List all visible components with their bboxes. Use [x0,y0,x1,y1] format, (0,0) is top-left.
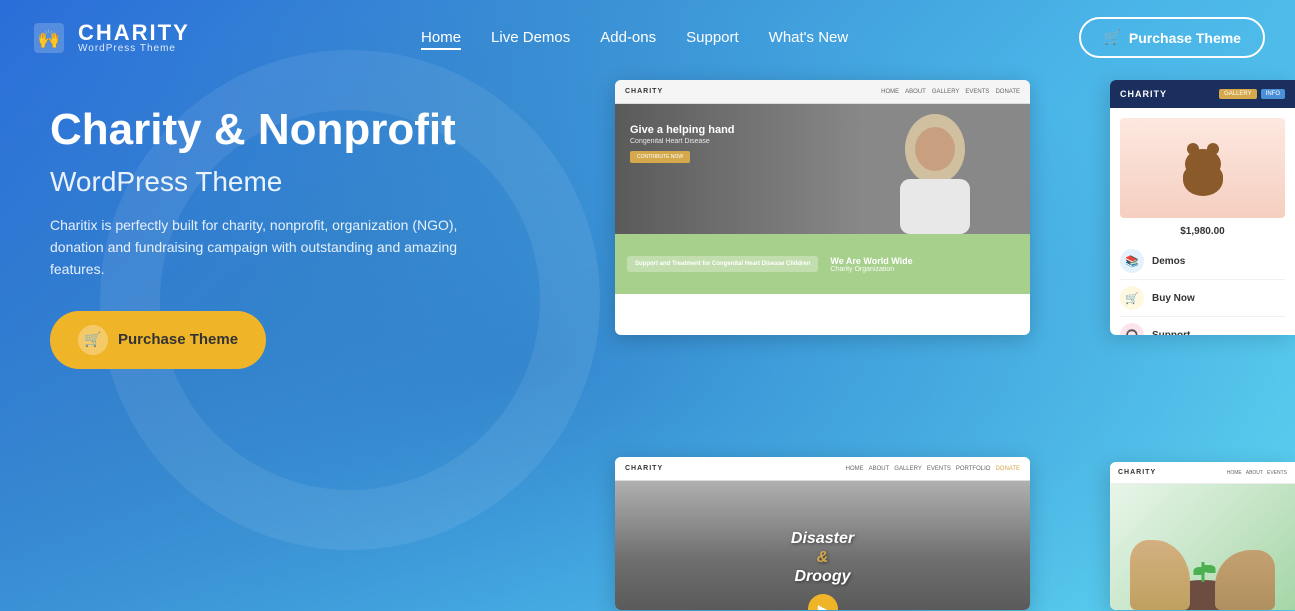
brc-nav-links: HOME ABOUT EVENTS [1227,470,1287,476]
nav-item-addons[interactable]: Add-ons [600,29,656,47]
nav-right: 🛒 Purchase Theme [1079,17,1265,58]
medical-card-bottom-right: We Are World Wide Charity Organization [830,256,912,273]
nav-links: Home Live Demos Add-ons Support What's N… [421,29,848,47]
medical-card-title: Give a helping hand [630,124,735,136]
medical-demo-wrapper: CHARITY HOME ABOUT GALLERY EVENTS DONATE… [615,80,1030,335]
brc-logo: CHARITY [1118,469,1156,476]
panel-menu: 📚 Demos 🛒 Buy Now 🎧 Support [1120,243,1285,335]
bottom-right-card: CHARITY HOME ABOUT EVENTS [1110,462,1295,610]
cart-icon: 🛒 [1103,29,1120,46]
hand-left [1130,540,1190,610]
hero-title: Charity & Nonprofit [50,105,470,156]
logo[interactable]: 🙌 CHARITY WordPress Theme [30,19,190,57]
buy-icon: 🛒 [1120,286,1144,310]
purchase-button-hero[interactable]: 🛒 Purchase Theme [50,311,266,369]
panel-peach-bg [1120,118,1285,218]
bear-body [1183,164,1223,196]
side-panel: CHARITY GALLERY INFO $1,980.00 📚 [1110,80,1295,335]
hero-description: Charitix is perfectly built for charity,… [50,214,470,281]
disaster-title-text: Disaster & Droogy [791,529,854,587]
navbar: 🙌 CHARITY WordPress Theme Home Live Demo… [0,0,1295,75]
panel-price: $1,980.00 [1120,226,1285,237]
panel-btn-group: GALLERY INFO [1219,89,1285,99]
hand-right [1215,550,1275,610]
brc-navbar: CHARITY HOME ABOUT EVENTS [1110,462,1295,484]
demos-label: Demos [1152,256,1185,267]
nav-item-demos[interactable]: Live Demos [491,29,570,47]
disaster-card-navbar: CHARITY HOME ABOUT GALLERY EVENTS PORTFO… [615,457,1030,481]
disaster-card-hero: Disaster & Droogy ▶ [615,481,1030,610]
svg-text:🙌: 🙌 [38,29,60,49]
medical-card-hero: Give a helping hand Congenital Heart Dis… [615,104,1030,234]
person-silhouette [860,109,1010,234]
medical-card-cta: CONTRIBUTE NOW [630,151,690,163]
medical-card-bottom-left: Support and Treatment for Congenital Hea… [627,256,818,272]
medical-card-subtitle: Congenital Heart Disease [630,138,735,145]
logo-text: CHARITY WordPress Theme [78,22,190,54]
brc-content [1110,484,1295,610]
panel-content: $1,980.00 📚 Demos 🛒 Buy Now 🎧 Support [1110,108,1295,335]
panel-logo: CHARITY [1120,89,1167,99]
medical-card-logo: CHARITY [625,88,663,95]
nav-item-home[interactable]: Home [421,29,461,47]
hero-cart-icon: 🛒 [78,325,108,355]
demos-icon: 📚 [1120,249,1144,273]
purchase-button-nav[interactable]: 🛒 Purchase Theme [1079,17,1265,58]
support-icon: 🎧 [1120,323,1144,335]
medical-demo-card[interactable]: CHARITY HOME ABOUT GALLERY EVENTS DONATE… [615,80,1030,335]
nav-link-addons[interactable]: Add-ons [600,29,656,46]
hero-subtitle: WordPress Theme [50,166,470,198]
hands-graphic [1110,530,1295,610]
medical-card-navbar: CHARITY HOME ABOUT GALLERY EVENTS DONATE [615,80,1030,104]
bear-graphic [1178,141,1228,196]
nav-item-whatsnew[interactable]: What's New [769,29,849,47]
nav-link-demos[interactable]: Live Demos [491,29,570,46]
brand-name: CHARITY [78,22,190,44]
logo-icon: 🙌 [30,19,68,57]
disaster-title: Disaster & Droogy [791,529,854,587]
panel-header: CHARITY GALLERY INFO [1110,80,1295,108]
info-btn: INFO [1261,89,1285,99]
panel-menu-item-support[interactable]: 🎧 Support [1120,317,1285,335]
panel-menu-item-demos[interactable]: 📚 Demos [1120,243,1285,280]
medical-card-nav-links: HOME ABOUT GALLERY EVENTS DONATE [881,89,1020,95]
panel-menu-item-buy[interactable]: 🛒 Buy Now [1120,280,1285,317]
bottom-left-text: Support and Treatment for Congenital Hea… [635,261,810,267]
medical-card-hero-text: Give a helping hand Congenital Heart Dis… [630,124,735,163]
disaster-demo-card[interactable]: CHARITY HOME ABOUT GALLERY EVENTS PORTFO… [615,457,1030,610]
disaster-demo-wrapper: CHARITY HOME ABOUT GALLERY EVENTS PORTFO… [615,457,1030,610]
disaster-nav-items: HOME ABOUT GALLERY EVENTS PORTFOLIO DONA… [846,466,1020,472]
gallery-btn: GALLERY [1219,89,1257,99]
screenshots-area: CHARITY HOME ABOUT GALLERY EVENTS DONATE… [615,80,1295,610]
nav-link-whatsnew[interactable]: What's New [769,29,849,46]
support-label: Support [1152,330,1190,336]
buy-label: Buy Now [1152,293,1195,304]
hero-content: Charity & Nonprofit WordPress Theme Char… [0,75,520,369]
hero-cta-label: Purchase Theme [118,331,238,348]
nav-link-home[interactable]: Home [421,29,461,50]
nav-link-support[interactable]: Support [686,29,739,46]
brand-tagline: WordPress Theme [78,44,190,54]
nav-item-support[interactable]: Support [686,29,739,47]
seedling-graphic [1201,562,1204,582]
purchase-label-nav: Purchase Theme [1129,30,1241,46]
medical-card-bottom: Support and Treatment for Congenital Hea… [615,234,1030,294]
donate-circle: ▶ [808,594,838,610]
